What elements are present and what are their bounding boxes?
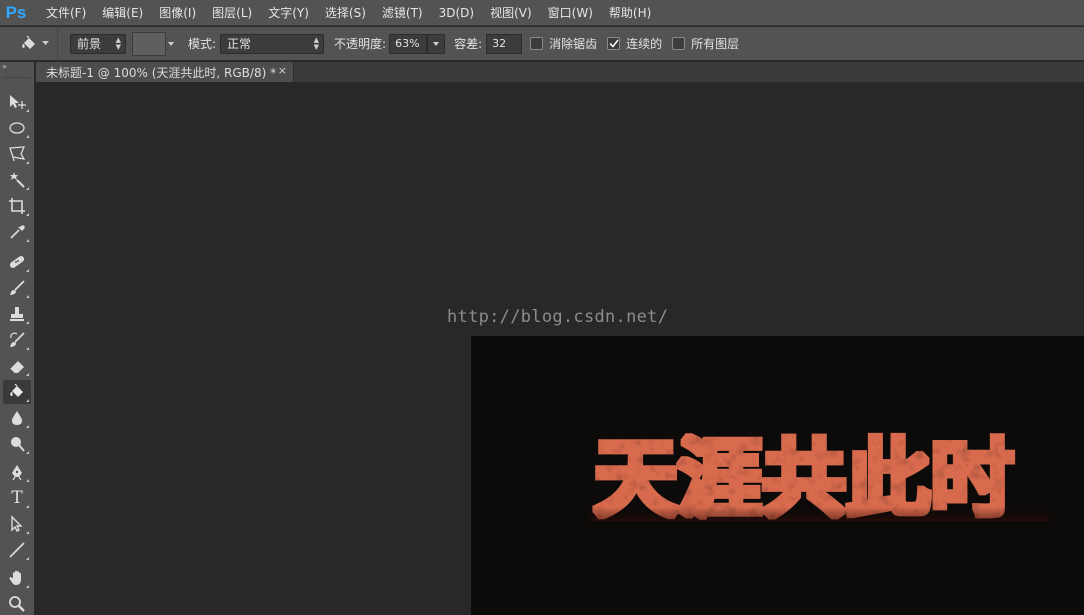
menu-3d[interactable]: 3D(D) — [431, 0, 482, 26]
paint-bucket-icon — [20, 35, 38, 53]
blend-mode-select[interactable]: 正常 ▲ ▼ — [220, 33, 325, 54]
workspace: http://blog.csdn.net/ 天涯共此时 — [36, 82, 1084, 615]
paint-bucket-icon — [10, 383, 23, 397]
magic-wand-icon — [10, 172, 25, 188]
opacity-input[interactable]: 63% — [389, 33, 428, 54]
fill-source-select[interactable]: 前景 ▲ ▼ — [70, 33, 126, 54]
options-bar: 前景 ▲ ▼ 模式: 正常 ▲ ▼ 不透明度: 63% 容差: 32 消除锯齿 连续… — [0, 26, 1084, 61]
zoom-tool[interactable] — [3, 592, 31, 615]
checkmark-icon — [609, 39, 619, 48]
blur-tool[interactable] — [3, 406, 31, 430]
marquee-tool[interactable] — [3, 116, 31, 140]
tool-preset-picker[interactable] — [12, 26, 58, 61]
type-icon: T — [11, 488, 23, 508]
menu-select[interactable]: 选择(S) — [317, 0, 374, 26]
watermark-text: http://blog.csdn.net/ — [447, 307, 669, 327]
contiguous-label: 连续的 — [626, 37, 663, 51]
crop-tool[interactable] — [3, 194, 31, 218]
opacity-label: 不透明度: — [334, 37, 387, 51]
tolerance-input[interactable]: 32 — [486, 33, 523, 54]
blend-mode-value: 正常 — [227, 37, 252, 51]
pen-icon — [12, 465, 22, 481]
photoshop-logo-icon: Ps — [5, 2, 27, 22]
blur-icon — [12, 411, 22, 425]
hand-tool[interactable] — [3, 566, 31, 590]
eyedropper-icon — [10, 225, 25, 239]
menu-view[interactable]: 视图(V) — [482, 0, 540, 26]
document-tab-strip: 未标题-1 @ 100% (天涯共此时, RGB/8) * × — [36, 62, 1084, 82]
menu-bar: Ps 文件(F) 编辑(E) 图像(I) 图层(L) 文字(Y) 选择(S) 滤… — [0, 0, 1084, 26]
healing-brush-icon — [9, 256, 25, 268]
history-brush-tool[interactable] — [3, 328, 31, 352]
updown-arrows-icon: ▲ ▼ — [313, 35, 320, 51]
menu-file[interactable]: 文件(F) — [38, 0, 94, 26]
antialias-label: 消除锯齿 — [549, 37, 598, 51]
mode-label: 模式: — [188, 37, 217, 51]
path-selection-icon — [11, 515, 23, 532]
document-tab[interactable]: 未标题-1 @ 100% (天涯共此时, RGB/8) * × — [36, 62, 294, 82]
stylized-text-artwork: 天涯共此时 — [589, 430, 1049, 528]
lasso-tool[interactable] — [3, 142, 31, 166]
tolerance-label: 容差: — [454, 37, 483, 51]
pattern-swatch[interactable] — [132, 31, 166, 56]
menu-layer[interactable]: 图层(L) — [204, 0, 260, 26]
crop-icon — [9, 198, 25, 214]
opacity-slider-button[interactable] — [427, 33, 446, 54]
fill-source-value: 前景 — [77, 37, 102, 51]
eraser-tool[interactable] — [3, 354, 31, 378]
toolbox-grip[interactable] — [3, 72, 31, 78]
type-tool[interactable]: T — [3, 486, 31, 510]
brush-tool[interactable] — [3, 276, 31, 300]
hand-icon — [9, 570, 21, 585]
antialias-checkbox[interactable] — [530, 37, 544, 50]
menu-help[interactable]: 帮助(H) — [601, 0, 659, 26]
line-tool[interactable] — [3, 538, 31, 562]
contiguous-checkbox[interactable] — [607, 37, 621, 50]
history-brush-icon — [10, 332, 25, 347]
healing-brush-tool[interactable] — [3, 250, 31, 274]
contiguous-option[interactable]: 连续的 — [607, 35, 662, 52]
toolbox-collapse-icon[interactable]: » — [0, 62, 34, 72]
zoom-icon — [9, 596, 25, 612]
document-canvas[interactable]: 天涯共此时 — [471, 336, 1084, 615]
pen-tool[interactable] — [3, 460, 31, 484]
dodge-tool[interactable] — [3, 432, 31, 456]
magic-wand-tool[interactable] — [3, 168, 31, 192]
polygonal-lasso-icon — [9, 146, 26, 162]
close-icon[interactable]: × — [278, 64, 287, 77]
line-icon — [9, 542, 25, 558]
chevron-down-icon — [42, 41, 49, 46]
menu-window[interactable]: 窗口(W) — [540, 0, 601, 26]
menu-edit[interactable]: 编辑(E) — [94, 0, 151, 26]
menu-type[interactable]: 文字(Y) — [260, 0, 317, 26]
path-selection-tool[interactable] — [3, 512, 31, 536]
toolbox: » T — [0, 62, 35, 615]
eraser-icon — [9, 361, 24, 374]
paint-bucket-tool[interactable] — [3, 380, 31, 404]
all-layers-checkbox[interactable] — [672, 37, 686, 50]
elliptical-marquee-icon — [9, 122, 25, 134]
menu-filter[interactable]: 滤镜(T) — [374, 0, 431, 26]
menu-image[interactable]: 图像(I) — [151, 0, 204, 26]
all-layers-option[interactable]: 所有图层 — [672, 35, 739, 52]
move-icon — [10, 95, 26, 109]
dodge-icon — [11, 437, 25, 452]
clone-stamp-icon — [10, 307, 24, 321]
eyedropper-tool[interactable] — [3, 220, 31, 244]
clone-stamp-tool[interactable] — [3, 302, 31, 326]
document-tab-title: 未标题-1 @ 100% (天涯共此时, RGB/8) * — [46, 65, 277, 80]
antialias-option[interactable]: 消除锯齿 — [530, 35, 597, 52]
move-tool[interactable] — [3, 90, 31, 114]
pattern-dropdown-arrow[interactable] — [166, 32, 176, 56]
brush-icon — [10, 280, 25, 295]
all-layers-label: 所有图层 — [691, 37, 740, 51]
updown-arrows-icon: ▲ ▼ — [115, 35, 121, 51]
